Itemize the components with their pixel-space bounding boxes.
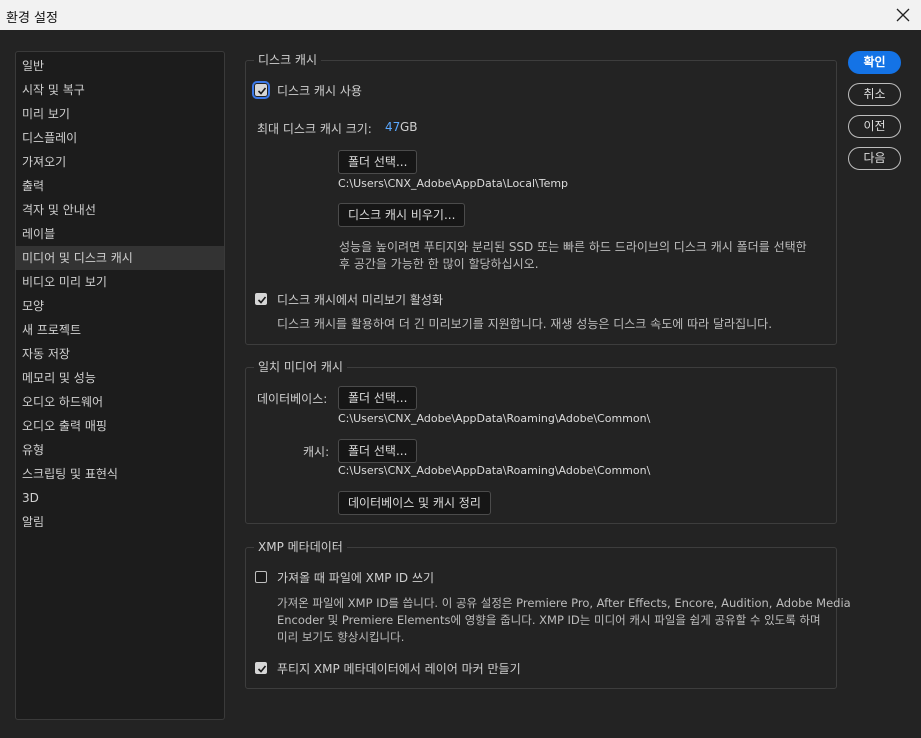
sidebar-item[interactable]: 새 프로젝트 — [16, 318, 224, 342]
cache-folder-path: C:\Users\CNX_Adobe\AppData\Roaming\Adobe… — [338, 464, 651, 477]
sidebar-item[interactable]: 오디오 하드웨어 — [16, 390, 224, 414]
previous-button[interactable]: 이전 — [848, 115, 901, 138]
sidebar-item[interactable]: 일반 — [16, 54, 224, 78]
enable-preview-description: 디스크 캐시를 활용하여 더 긴 미리보기를 지원합니다. 재생 성능은 디스크… — [277, 317, 773, 331]
sidebar-item[interactable]: 오디오 출력 매핑 — [16, 414, 224, 438]
sidebar-item[interactable]: 메모리 및 성능 — [16, 366, 224, 390]
sidebar-item[interactable]: 스크립팅 및 표현식 — [16, 462, 224, 486]
sidebar-item[interactable]: 시작 및 복구 — [16, 78, 224, 102]
sidebar-item[interactable]: 비디오 미리 보기 — [16, 270, 224, 294]
category-list: 일반 시작 및 복구 미리 보기 디스플레이 가져오기 출력 격자 및 안내선 레이블 미디어 … — [15, 51, 225, 720]
media-cache-group: 일치 미디어 캐시 — [245, 359, 837, 524]
ok-button[interactable]: 확인 — [848, 51, 901, 74]
enable-preview-checkbox[interactable] — [255, 293, 267, 305]
sidebar-item[interactable]: 알림 — [16, 510, 224, 534]
sidebar-item[interactable]: 출력 — [16, 174, 224, 198]
use-disk-cache-label: 디스크 캐시 사용 — [277, 84, 362, 98]
enable-preview-label: 디스크 캐시에서 미리보기 활성화 — [277, 293, 444, 307]
disk-cache-folder-button[interactable]: 폴더 선택... — [338, 150, 418, 174]
cleanup-cache-button[interactable]: 데이터베이스 및 캐시 정리 — [338, 491, 491, 515]
sidebar-item[interactable]: 디스플레이 — [16, 126, 224, 150]
max-cache-size-label: 최대 디스크 캐시 크기: — [257, 122, 372, 136]
cancel-button[interactable]: 취소 — [848, 83, 901, 106]
sidebar-item[interactable]: 모양 — [16, 294, 224, 318]
xmp-desc-line2: Encoder 및 Premiere Elements에 영향을 줍니다. XM… — [277, 613, 821, 627]
cache-label: 캐시: — [303, 445, 330, 459]
write-xmp-id-label: 가져올 때 파일에 XMP ID 쓰기 — [277, 571, 435, 585]
cache-folder-button[interactable]: 폴더 선택... — [338, 439, 418, 463]
sidebar-item[interactable]: 미디어 및 디스크 캐시 — [16, 246, 224, 270]
sidebar-item[interactable]: 가져오기 — [16, 150, 224, 174]
write-xmp-id-checkbox[interactable] — [255, 571, 267, 583]
disk-cache-folder-path: C:\Users\CNX_Adobe\AppData\Local\Temp — [338, 177, 569, 190]
use-disk-cache-checkbox[interactable] — [252, 81, 270, 99]
sidebar-item[interactable]: 3D — [16, 486, 224, 510]
sidebar-item[interactable]: 유형 — [16, 438, 224, 462]
disk-cache-note-line2: 후 공간을 가능한 한 많이 할당하십시오. — [339, 257, 539, 271]
media-cache-legend: 일치 미디어 캐시 — [254, 359, 347, 375]
create-layer-markers-checkbox[interactable] — [255, 662, 267, 674]
max-cache-size-unit: GB — [400, 120, 418, 134]
create-layer-markers-label: 푸티지 XMP 메타데이터에서 레이어 마커 만들기 — [277, 662, 521, 676]
xmp-legend: XMP 메타데이터 — [254, 539, 347, 555]
close-icon[interactable] — [891, 3, 915, 27]
sidebar-item[interactable]: 레이블 — [16, 222, 224, 246]
database-folder-path: C:\Users\CNX_Adobe\AppData\Roaming\Adobe… — [338, 412, 651, 425]
database-label: 데이터베이스: — [257, 392, 328, 406]
title-bar: 환경 설정 — [0, 0, 921, 30]
empty-disk-cache-button[interactable]: 디스크 캐시 비우기... — [338, 203, 466, 227]
checkmark-icon — [257, 87, 267, 95]
checkmark-icon — [257, 665, 267, 673]
max-cache-size-value[interactable]: 47 — [385, 120, 400, 134]
database-folder-button[interactable]: 폴더 선택... — [338, 386, 418, 410]
window-title: 환경 설정 — [6, 11, 58, 26]
sidebar-item[interactable]: 자동 저장 — [16, 342, 224, 366]
disk-cache-legend: 디스크 캐시 — [254, 52, 322, 68]
xmp-desc-line1: 가져온 파일에 XMP ID를 씁니다. 이 공유 설정은 Premiere P… — [277, 596, 851, 610]
sidebar-item[interactable]: 미리 보기 — [16, 102, 224, 126]
next-button[interactable]: 다음 — [848, 147, 901, 170]
checkmark-icon — [257, 296, 267, 304]
sidebar-item[interactable]: 격자 및 안내선 — [16, 198, 224, 222]
xmp-desc-line3: 미리 보기도 향상시킵니다. — [277, 630, 405, 644]
disk-cache-note-line1: 성능을 높이려면 푸티지와 분리된 SSD 또는 빠른 하드 드라이브의 디스크… — [339, 240, 807, 254]
